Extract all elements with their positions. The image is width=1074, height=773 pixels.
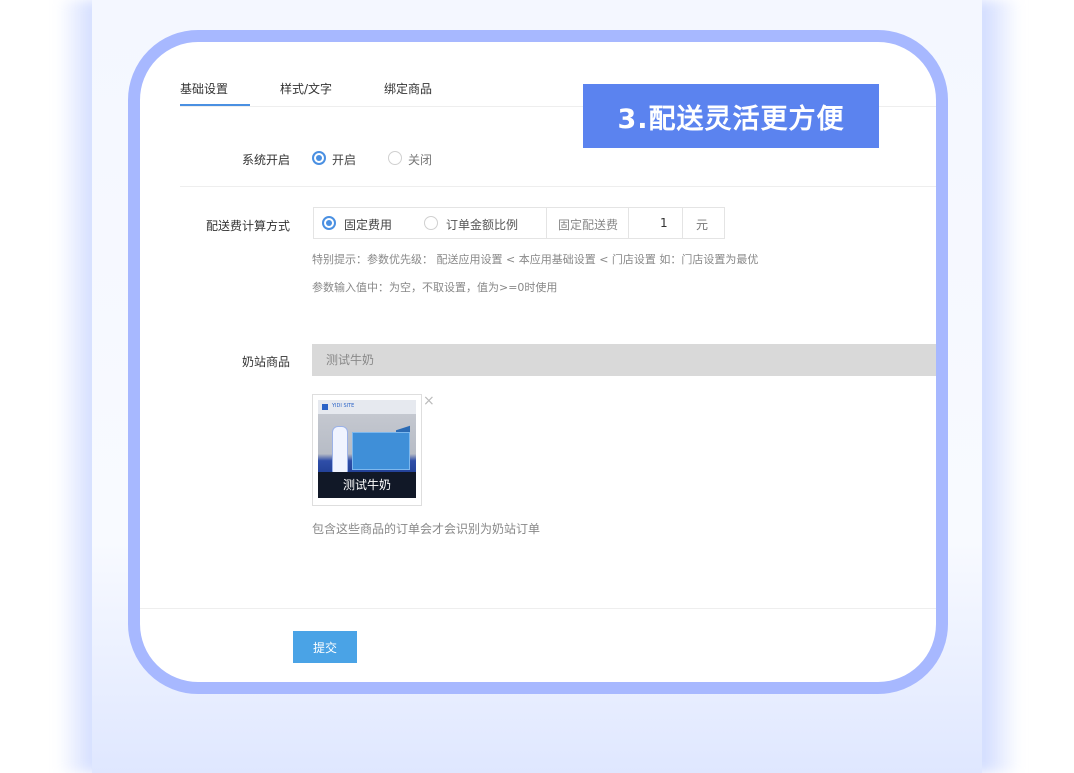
submit-button[interactable]: 提交 bbox=[293, 631, 357, 663]
system-on-label[interactable]: 开启 bbox=[332, 151, 356, 168]
brand-logo-icon bbox=[322, 404, 328, 410]
delivery-fee-label: 配送费计算方式 bbox=[205, 219, 290, 233]
fee-unit: 元 bbox=[696, 218, 709, 232]
footer-divider bbox=[140, 608, 936, 609]
system-off-radio[interactable] bbox=[388, 151, 402, 165]
remove-product-icon[interactable]: × bbox=[423, 394, 435, 408]
settings-card: 基础设置 样式/文字 绑定商品 3.配送灵活更方便 系统开启 开启 关闭 配送费… bbox=[128, 30, 948, 694]
fee-separator bbox=[682, 208, 683, 238]
milk-box-graphic bbox=[352, 432, 410, 470]
product-note: 包含这些商品的订单会才会识别为奶站订单 bbox=[312, 522, 541, 536]
fee-separator bbox=[628, 208, 629, 238]
product-select-input[interactable]: 测试牛奶 bbox=[312, 344, 936, 376]
promo-banner: 3.配送灵活更方便 bbox=[583, 84, 879, 148]
system-on-radio[interactable] bbox=[312, 151, 326, 165]
priority-hint: 特别提示：参数优先级： 配送应用设置 < 本应用基础设置 < 门店设置 如：门店… bbox=[312, 253, 759, 266]
fixed-fee-amount-input[interactable]: 1 bbox=[660, 216, 668, 230]
product-image-brand-strip: YIDI SITE bbox=[318, 400, 416, 414]
tab-basic-settings[interactable]: 基础设置 bbox=[180, 80, 228, 97]
fixed-fee-amount-label: 固定配送费 bbox=[558, 218, 619, 232]
fixed-fee-label[interactable]: 固定费用 bbox=[344, 216, 392, 233]
milk-bottle-graphic bbox=[332, 426, 348, 474]
product-thumbnail: YIDI SITE 测试牛奶 bbox=[312, 394, 422, 506]
order-ratio-radio[interactable] bbox=[424, 216, 438, 230]
system-off-label[interactable]: 关闭 bbox=[408, 151, 432, 168]
input-value-hint: 参数输入值中：为空，不取设置，值为>=0时使用 bbox=[312, 281, 558, 294]
tab-bind-products[interactable]: 绑定商品 bbox=[384, 80, 432, 97]
product-image: YIDI SITE 测试牛奶 bbox=[318, 400, 416, 498]
fixed-fee-radio[interactable] bbox=[322, 216, 336, 230]
brand-strip-text: YIDI SITE bbox=[332, 403, 355, 409]
delivery-fee-group: 固定费用 订单金额比例 固定配送费 1 元 bbox=[313, 207, 725, 239]
product-name-caption: 测试牛奶 bbox=[318, 472, 416, 498]
milk-products-label: 奶站商品 bbox=[241, 355, 290, 369]
order-ratio-label[interactable]: 订单金额比例 bbox=[446, 216, 518, 233]
section-divider bbox=[180, 186, 936, 187]
tab-style-text[interactable]: 样式/文字 bbox=[280, 80, 332, 97]
fee-separator bbox=[546, 208, 547, 238]
system-toggle-label: 系统开启 bbox=[241, 153, 290, 167]
